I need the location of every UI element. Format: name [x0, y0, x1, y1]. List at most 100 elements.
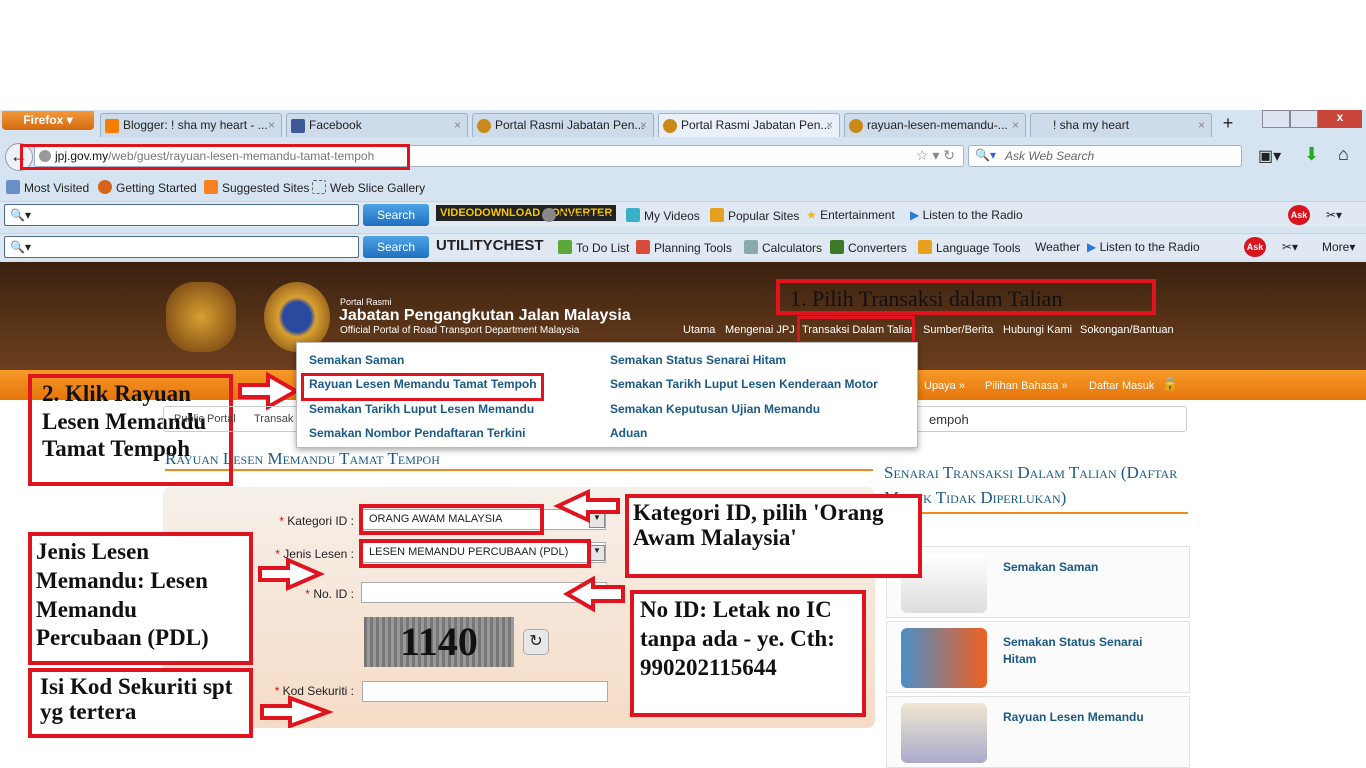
firefox-icon	[98, 180, 112, 194]
play-arrow-icon: ▶	[1087, 240, 1100, 254]
toolbar-search-button[interactable]: Search	[363, 204, 429, 226]
no-id-input[interactable]	[361, 582, 607, 603]
bookmark-most-visited[interactable]: Most Visited	[6, 180, 89, 195]
tools-icon[interactable]: ✂▾	[1282, 240, 1298, 254]
nav-sokongan[interactable]: Sokongan/Bantuan	[1080, 324, 1174, 336]
lock-icon: 🔒	[1162, 376, 1179, 391]
refresh-captcha-icon[interactable]: ↻	[523, 629, 549, 655]
kod-sekuriti-input[interactable]	[362, 681, 608, 702]
breadcrumb-item[interactable]: Transak	[254, 413, 293, 425]
toolbar-language[interactable]: Language Tools	[918, 240, 1021, 255]
bookmarks-menu-icon[interactable]: ▣▾	[1258, 146, 1281, 166]
breadcrumb-item[interactable]: Public Portal	[174, 413, 236, 425]
toolbar-search-input[interactable]: 🔍▾	[4, 236, 359, 258]
home-icon[interactable]: ⌂	[1338, 144, 1349, 165]
tab[interactable]: rayuan-lesen-memandu-... ×	[844, 113, 1026, 137]
tab-active[interactable]: Portal Rasmi Jabatan Pen... ×	[658, 113, 840, 137]
annotation-kategori: Kategori ID, pilih 'Orang Awam Malaysia'	[625, 494, 922, 578]
jpj-icon	[663, 119, 677, 133]
close-icon[interactable]: ×	[1198, 118, 1205, 132]
annotation-step1: 1. Pilih Transaksi dalam Talian	[776, 279, 1156, 315]
tab[interactable]: Facebook ×	[286, 113, 468, 137]
browser-chrome: Firefox ▾ Blogger: ! sha my heart - ... ×…	[0, 110, 1366, 262]
menu-highlight-box	[301, 373, 544, 401]
play-icon	[626, 208, 640, 222]
menu-tarikh-luput-lesen[interactable]: Semakan Tarikh Luput Lesen Memandu	[309, 402, 534, 416]
tab[interactable]: Portal Rasmi Jabatan Pen... ×	[472, 113, 654, 137]
more-button[interactable]: More▾	[1322, 240, 1355, 254]
toolbar-search-input[interactable]: 🔍▾	[4, 204, 359, 226]
toolbar-search-button[interactable]: Search	[363, 236, 429, 258]
side-item-senarai-hitam[interactable]: Semakan Status Senarai Hitam	[886, 621, 1190, 693]
minimize-button[interactable]	[1262, 110, 1290, 128]
site-title: Jabatan Pengangkutan Jalan Malaysia	[339, 307, 631, 324]
close-icon[interactable]: ×	[640, 118, 647, 132]
nav-hubungi[interactable]: Hubungi Kami	[1003, 324, 1072, 336]
lightbulb-icon	[204, 180, 218, 194]
bookmark-star-icon[interactable]: ☆ ▾ ↻	[916, 147, 955, 164]
chevron-down-icon[interactable]: ▼	[589, 512, 605, 528]
captcha-image: 1140	[364, 617, 514, 667]
toolbar-planning[interactable]: Planning Tools	[636, 240, 732, 255]
close-icon[interactable]: ×	[826, 118, 833, 132]
search-icon: 🔍▾	[10, 208, 31, 222]
window-controls: x	[1262, 110, 1362, 128]
tab[interactable]: ! sha my heart ×	[1030, 113, 1212, 137]
toolbar-weather[interactable]: Weather	[1035, 240, 1080, 254]
toolbar-todo[interactable]: To Do List	[558, 240, 629, 255]
nav-daftar-masuk[interactable]: Daftar Masuk	[1089, 380, 1154, 392]
side-item-rayuan-lesen[interactable]: Rayuan Lesen Memandu	[886, 696, 1190, 768]
side-item-semakan-saman[interactable]: Semakan Saman	[886, 546, 1190, 618]
menu-luput-kenderaan[interactable]: Semakan Tarikh Luput Lesen Kenderaan Mot…	[610, 377, 878, 391]
divider	[165, 469, 873, 471]
breadcrumb-current: empoh	[929, 412, 969, 427]
menu-nombor-pendaftaran[interactable]: Semakan Nombor Pendaftaran Terkini	[309, 426, 526, 440]
web-search-input[interactable]: 🔍▾ Ask Web Search	[968, 145, 1242, 167]
close-icon[interactable]: ×	[1012, 118, 1019, 132]
nav-utama[interactable]: Utama	[683, 324, 715, 336]
close-window-button[interactable]: x	[1318, 110, 1362, 128]
close-icon[interactable]: ×	[454, 118, 461, 132]
close-icon[interactable]: ×	[268, 118, 275, 132]
search-icon: 🔍▾	[10, 240, 31, 254]
menu-senarai-hitam[interactable]: Semakan Status Senarai Hitam	[610, 353, 786, 367]
nav-upaya[interactable]: Upaya »	[924, 380, 965, 392]
new-tab-button[interactable]: +	[1216, 113, 1240, 137]
toolbar-calculators[interactable]: Calculators	[744, 240, 822, 255]
toolbar-download[interactable]: Download	[542, 208, 613, 223]
jenis-lesen-select[interactable]: LESEN MEMANDU PERCUBAAN (PDL)	[362, 542, 606, 563]
nav-pilihan-bahasa[interactable]: Pilihan Bahasa »	[985, 380, 1068, 392]
menu-keputusan-ujian[interactable]: Semakan Keputusan Ujian Memandu	[610, 402, 820, 416]
facebook-icon	[291, 119, 305, 133]
firefox-menu-button[interactable]: Firefox ▾	[2, 111, 94, 130]
download-icon	[542, 208, 556, 222]
ask-logo-icon[interactable]: Ask	[1288, 205, 1310, 225]
bookmark-web-slice-gallery[interactable]: Web Slice Gallery	[312, 180, 425, 195]
annotation-no-id: No ID: Letak no IC tanpa ada - ye. Cth: …	[630, 590, 866, 717]
toolbar-my-videos[interactable]: My Videos	[626, 208, 700, 223]
nav-sumber[interactable]: Sumber/Berita	[923, 324, 993, 336]
nav-mengenai[interactable]: Mengenai JPJ	[725, 324, 795, 336]
utility-chest-logo[interactable]: UTILITYCHEST	[436, 237, 544, 254]
toolbar-radio[interactable]: ▶ Listen to the Radio	[910, 208, 1023, 222]
ask-logo-icon[interactable]: Ask	[1244, 237, 1266, 257]
annotation-jenis-lesen: Jenis Lesen Memandu: Lesen Memandu Percu…	[28, 532, 253, 665]
language-icon	[918, 240, 932, 254]
menu-semakan-saman[interactable]: Semakan Saman	[309, 353, 404, 367]
converter-icon	[830, 240, 844, 254]
chevron-down-icon[interactable]: ▼	[589, 545, 605, 561]
toolbar-converters[interactable]: Converters	[830, 240, 907, 255]
tools-icon[interactable]: ✂▾	[1326, 208, 1342, 222]
url-highlight-box	[20, 144, 410, 170]
bookmark-getting-started[interactable]: Getting Started	[98, 180, 197, 195]
toolbar-entertainment[interactable]: ★ Entertainment	[806, 208, 895, 222]
side-heading: Senarai Transaksi Dalam Talian (Daftar M…	[884, 460, 1188, 514]
menu-aduan[interactable]: Aduan	[610, 426, 647, 440]
toolbar-radio[interactable]: ▶ Listen to the Radio	[1087, 240, 1200, 254]
download-icon[interactable]: ⬇	[1304, 144, 1319, 165]
bookmark-suggested-sites[interactable]: Suggested Sites	[204, 180, 309, 195]
toolbar-popular-sites[interactable]: Popular Sites	[710, 208, 799, 223]
maximize-button[interactable]	[1290, 110, 1318, 128]
tab[interactable]: Blogger: ! sha my heart - ... ×	[100, 113, 282, 137]
kategori-id-select[interactable]: ORANG AWAM MALAYSIA	[362, 509, 606, 530]
